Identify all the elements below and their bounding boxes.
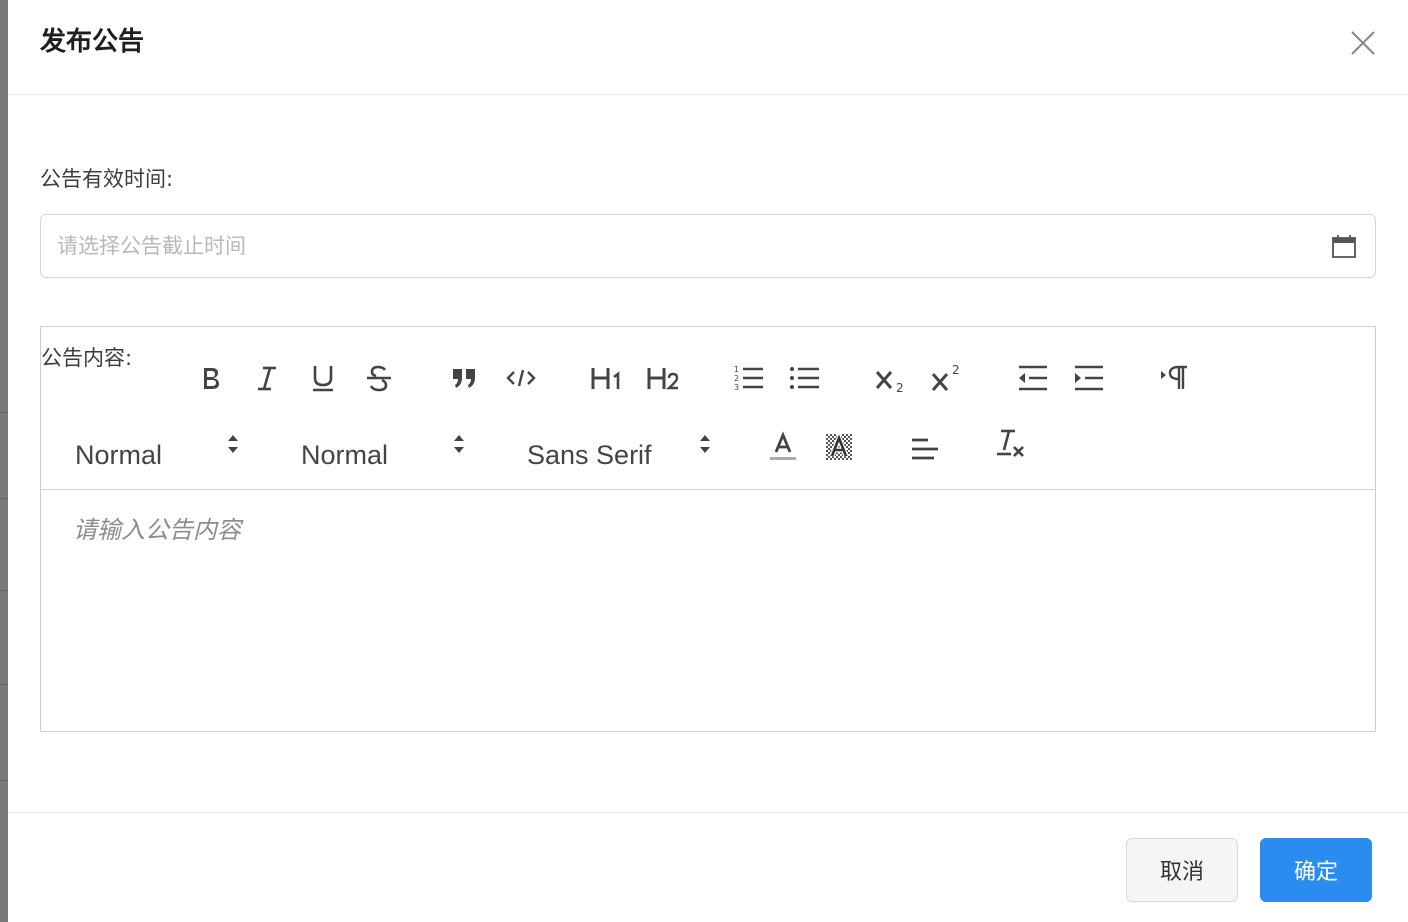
bold-icon [204,368,219,389]
picker-arrows-icon [700,435,710,453]
subscript-icon: 2 [875,371,904,393]
superscript-icon: 2 [931,363,960,391]
superscript-button[interactable]: 2 [929,360,965,396]
valid-time-label: 公告有效时间: [40,167,174,191]
font-picker-label: Sans Serif [527,440,652,470]
text-color-button[interactable] [765,429,801,465]
strike-button[interactable] [361,360,397,396]
picker-arrows-icon [454,435,464,453]
ordered-list-button[interactable]: 1 2 3 [731,360,767,396]
ordered-list-icon: 1 2 3 [734,365,763,392]
blockquote-icon [453,369,475,388]
svg-text:2: 2 [952,363,960,377]
text-direction-button[interactable] [1157,360,1193,396]
italic-icon [258,366,276,391]
size-picker-label: Normal [75,440,163,470]
svg-text:2: 2 [896,381,904,393]
header-2-icon [647,368,679,390]
svg-text:2: 2 [734,374,739,383]
bold-button[interactable] [193,360,229,396]
font-picker[interactable]: Sans Serif [527,433,717,473]
calendar-icon[interactable] [1331,234,1357,260]
indent-button[interactable] [1071,360,1107,396]
code-block-icon [506,369,536,387]
editor-content-area[interactable] [41,490,1375,731]
bullet-list-icon [790,367,819,389]
dialog-header: 发布公告 [8,0,1408,95]
align-icon [912,438,938,460]
clean-format-icon [997,429,1024,457]
rich-text-editor: 公告内容: 1 2 3 2 2 Normal Normal Sans Serif… [40,326,1376,732]
svg-text:1: 1 [734,365,739,374]
size-picker[interactable]: Normal [75,433,245,473]
background-color-button[interactable] [821,429,857,465]
outdent-icon [1019,365,1047,391]
clean-format-button[interactable] [993,425,1029,461]
modal-backdrop [0,0,8,922]
underline-icon [313,366,333,392]
code-block-button[interactable] [503,360,539,396]
outdent-button[interactable] [1015,360,1051,396]
editor-placeholder: 请输入公告内容 [73,516,241,544]
valid-time-input[interactable] [41,215,1321,277]
indent-icon [1075,365,1103,391]
blockquote-button[interactable] [447,360,483,396]
align-button[interactable] [907,431,943,467]
underline-button[interactable] [305,360,341,396]
strike-icon [367,365,391,392]
italic-button[interactable] [249,360,285,396]
close-icon [1351,31,1375,55]
valid-time-date-picker[interactable] [40,214,1376,278]
bullet-list-button[interactable] [787,360,823,396]
content-label: 公告内容: [41,346,133,370]
svg-text:3: 3 [734,383,739,392]
picker-arrows-icon [228,435,238,453]
header-picker-label: Normal [301,440,389,470]
editor-toolbar: 公告内容: 1 2 3 2 2 Normal Normal Sans Serif [41,327,1375,490]
dialog-title: 发布公告 [40,27,145,57]
subscript-button[interactable]: 2 [873,360,909,396]
cancel-button[interactable]: 取消 [1126,838,1238,902]
confirm-button[interactable]: 确定 [1260,838,1372,902]
header-1-icon [591,368,620,389]
text-color-icon [770,431,796,460]
close-button[interactable] [1348,28,1378,58]
header-2-button[interactable] [643,360,683,396]
publish-announcement-dialog: 发布公告 公告有效时间: 公告内容: [8,0,1408,922]
direction-rtl-icon [1161,365,1187,389]
header-1-button[interactable] [587,360,627,396]
header-picker[interactable]: Normal [301,433,471,473]
background-color-icon [826,432,852,460]
